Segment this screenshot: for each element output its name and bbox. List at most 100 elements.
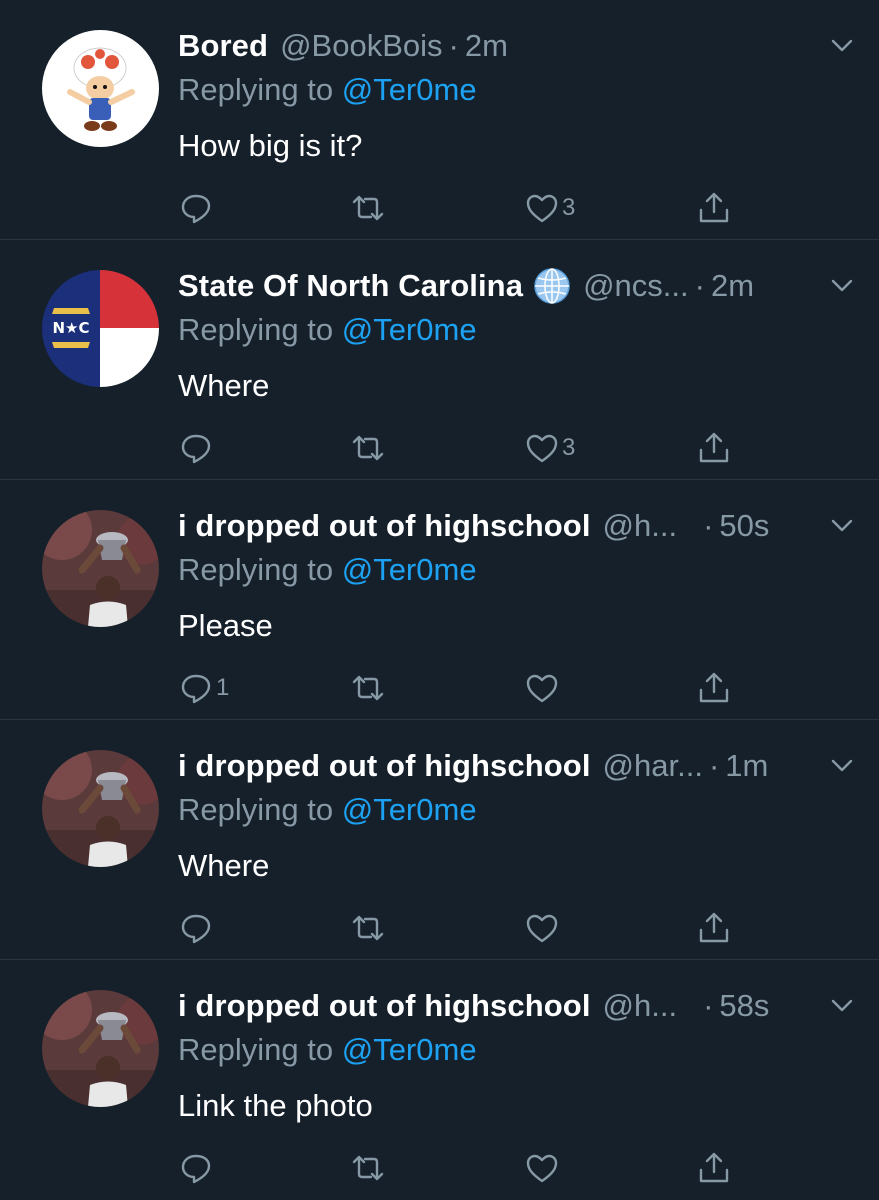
tweet-header: i dropped out of highschool @h... · 58s — [178, 984, 839, 1028]
user-handle[interactable]: @h... — [603, 508, 678, 544]
separator: · — [448, 28, 459, 63]
avatar[interactable] — [42, 30, 159, 147]
user-handle[interactable]: @ncs... — [583, 268, 689, 304]
reply-button[interactable] — [178, 426, 216, 470]
tweet-text: How big is it? — [178, 128, 363, 163]
globe-icon — [533, 267, 571, 305]
user-handle[interactable]: @h... — [603, 988, 678, 1024]
heart-icon — [526, 194, 558, 223]
share-button[interactable] — [696, 666, 732, 710]
replying-to-line: Replying to @Ter0me — [178, 72, 477, 108]
avatar[interactable] — [42, 510, 159, 627]
chevron-down-icon[interactable] — [827, 750, 857, 780]
tweet[interactable]: i dropped out of highschool @h... · 50s … — [0, 480, 879, 720]
avatar[interactable]: N★C — [42, 270, 159, 387]
heart-icon — [526, 1154, 558, 1183]
share-icon — [699, 432, 729, 463]
like-button[interactable]: 3 — [524, 426, 575, 470]
mention-link[interactable]: @Ter0me — [342, 552, 477, 587]
share-button[interactable] — [696, 1146, 732, 1190]
tweet[interactable]: N★C State Of North Carolina @ncs... · 2m… — [0, 240, 879, 480]
timestamp[interactable]: 2m — [465, 28, 508, 64]
reply-icon — [181, 1154, 211, 1184]
mention-link[interactable]: @Ter0me — [342, 1032, 477, 1067]
share-icon — [699, 912, 729, 943]
avatar[interactable] — [42, 990, 159, 1107]
replying-to-line: Replying to @Ter0me — [178, 552, 477, 588]
like-button[interactable] — [524, 1146, 562, 1190]
mention-link[interactable]: @Ter0me — [342, 312, 477, 347]
like-count: 3 — [562, 194, 576, 221]
separator: · — [703, 508, 714, 543]
reply-button[interactable] — [178, 906, 216, 950]
tweet-header: Bored @BookBois · 2m — [178, 24, 839, 68]
share-button[interactable] — [696, 186, 732, 230]
user-handle[interactable]: @BookBois — [280, 28, 442, 64]
separator: · — [708, 748, 720, 783]
action-bar — [178, 906, 778, 950]
retweet-button[interactable] — [350, 186, 388, 230]
retweet-button[interactable] — [350, 666, 388, 710]
reply-icon — [181, 674, 211, 704]
replying-to-line: Replying to @Ter0me — [178, 1032, 477, 1068]
avatar[interactable] — [42, 750, 159, 867]
reply-icon — [181, 434, 211, 464]
chevron-down-icon[interactable] — [827, 990, 857, 1020]
mention-link[interactable]: @Ter0me — [342, 72, 477, 107]
like-button[interactable] — [524, 906, 562, 950]
display-name[interactable]: i dropped out of highschool — [178, 748, 591, 784]
trophy-player-avatar-icon — [42, 510, 159, 627]
timestamp[interactable]: 50s — [719, 508, 769, 544]
like-button[interactable]: 3 — [524, 186, 575, 230]
tweet-text: Link the photo — [178, 1088, 373, 1123]
separator: · — [703, 988, 714, 1023]
share-icon — [699, 1152, 729, 1183]
replying-to-line: Replying to @Ter0me — [178, 792, 477, 828]
retweet-button[interactable] — [350, 906, 388, 950]
share-icon — [699, 192, 729, 223]
reply-button[interactable] — [178, 186, 216, 230]
svg-text:N★C: N★C — [52, 319, 89, 337]
reply-icon — [181, 914, 211, 944]
action-bar — [178, 1146, 778, 1190]
chevron-down-icon[interactable] — [827, 510, 857, 540]
retweet-icon — [352, 675, 384, 701]
reply-button[interactable] — [178, 1146, 216, 1190]
reply-button[interactable]: 1 — [178, 666, 229, 710]
reply-count: 1 — [216, 674, 230, 701]
share-icon — [699, 672, 729, 703]
display-name[interactable]: i dropped out of highschool — [178, 508, 591, 544]
like-count: 3 — [562, 434, 576, 461]
replying-to-label: Replying to — [178, 72, 334, 107]
tweet[interactable]: Bored @BookBois · 2m Replying to @Ter0me… — [0, 0, 879, 240]
share-button[interactable] — [696, 426, 732, 470]
display-name[interactable]: Bored — [178, 28, 268, 64]
action-bar: 3 — [178, 426, 778, 470]
tweet-text: Where — [178, 368, 270, 403]
chevron-down-icon[interactable] — [827, 30, 857, 60]
timestamp[interactable]: 1m — [725, 748, 768, 784]
retweet-button[interactable] — [350, 426, 388, 470]
retweet-icon — [352, 435, 384, 461]
user-handle[interactable]: @har... — [603, 748, 703, 784]
timestamp[interactable]: 58s — [719, 988, 769, 1024]
retweet-button[interactable] — [350, 1146, 388, 1190]
mention-link[interactable]: @Ter0me — [342, 792, 477, 827]
replying-to-label: Replying to — [178, 1032, 334, 1067]
trophy-player-avatar-icon — [42, 990, 159, 1107]
display-name[interactable]: i dropped out of highschool — [178, 988, 591, 1024]
like-button[interactable] — [524, 666, 562, 710]
tweet-header: i dropped out of highschool @h... · 50s — [178, 504, 839, 548]
heart-icon — [526, 434, 558, 463]
replying-to-label: Replying to — [178, 312, 334, 347]
chevron-down-icon[interactable] — [827, 270, 857, 300]
tweet[interactable]: i dropped out of highschool @h... · 58s … — [0, 960, 879, 1200]
replying-to-label: Replying to — [178, 792, 334, 827]
action-bar: 3 — [178, 186, 778, 230]
tweet[interactable]: i dropped out of highschool @har... · 1m… — [0, 720, 879, 960]
share-button[interactable] — [696, 906, 732, 950]
action-bar: 1 — [178, 666, 778, 710]
timestamp[interactable]: 2m — [711, 268, 754, 304]
display-name[interactable]: State Of North Carolina — [178, 268, 523, 304]
tweet-text: Where — [178, 848, 270, 883]
